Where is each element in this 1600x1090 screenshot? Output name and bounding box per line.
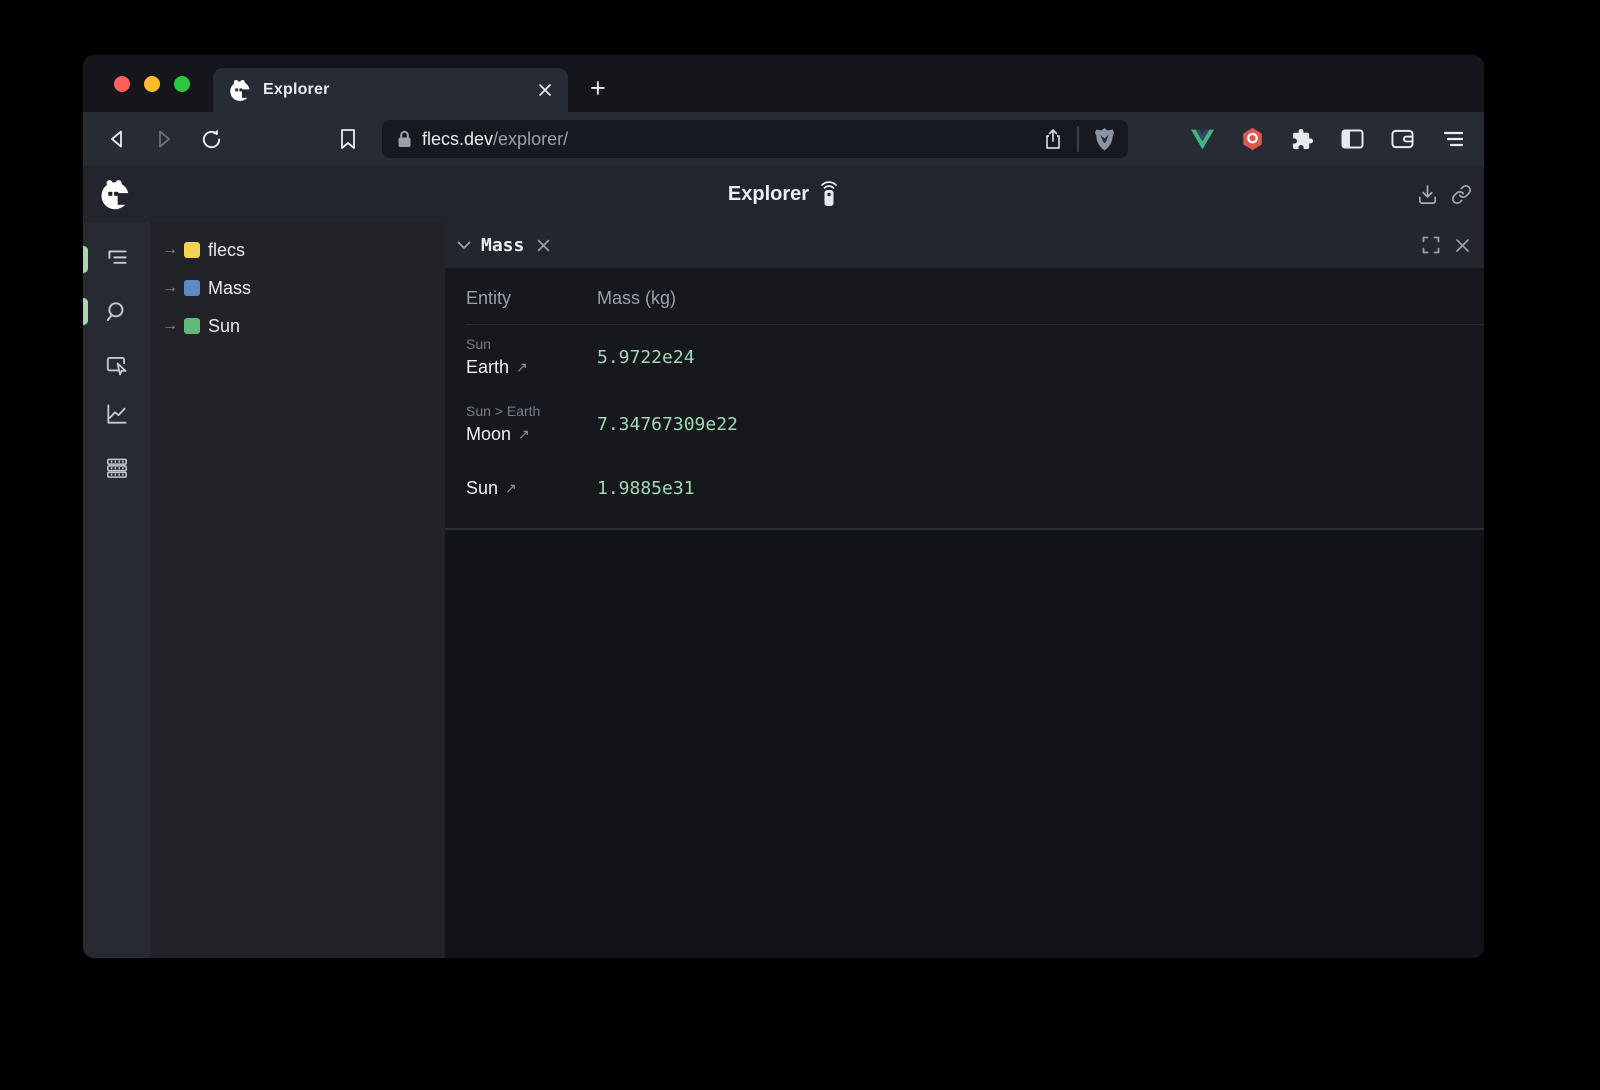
memory-panel-icon[interactable]: [104, 455, 130, 481]
flecs-logo-icon: [97, 176, 133, 212]
entity-name[interactable]: Earth: [466, 354, 509, 380]
tree-item-label: flecs: [208, 240, 245, 261]
expand-arrow-icon[interactable]: →: [162, 317, 184, 335]
goto-entity-icon[interactable]: ↗: [516, 354, 528, 380]
entity-color-swatch: [184, 318, 200, 334]
table-row[interactable]: Sun ↗ 1.9885e31: [466, 459, 1484, 528]
tree-item-sun[interactable]: → Sun: [150, 307, 445, 345]
mass-value: 7.34767309e22: [597, 414, 738, 435]
forward-button[interactable]: [152, 127, 176, 151]
tab-bar: Explorer +: [83, 55, 1484, 112]
table-row[interactable]: Sun Earth ↗ 5.9722e24: [466, 325, 1484, 392]
entity-name[interactable]: Moon: [466, 421, 511, 447]
bookmark-icon[interactable]: [336, 127, 360, 151]
chevron-down-icon[interactable]: [457, 241, 471, 250]
left-icon-sidebar: [83, 222, 150, 958]
panel-close-icon[interactable]: [1455, 238, 1470, 253]
entity-color-swatch: [184, 242, 200, 258]
query-close-icon[interactable]: [537, 239, 550, 252]
column-header-entity: Entity: [466, 288, 597, 309]
query-results-table: Entity Mass (kg) Sun Earth ↗ 5.9722e24: [445, 268, 1484, 530]
traffic-lights: [114, 76, 190, 92]
page-title: Explorer: [728, 183, 809, 206]
expand-arrow-icon[interactable]: →: [162, 279, 184, 297]
search-panel-icon[interactable]: [104, 299, 130, 325]
active-panel-indicator: [83, 298, 88, 325]
share-icon[interactable]: [1043, 128, 1063, 150]
close-window-button[interactable]: [114, 76, 130, 92]
table-row[interactable]: Sun > Earth Moon ↗ 7.34767309e22: [466, 392, 1484, 459]
hexagon-extension-icon[interactable]: [1241, 128, 1264, 151]
mass-value: 5.9722e24: [597, 347, 695, 368]
extensions-puzzle-icon[interactable]: [1291, 128, 1314, 151]
explorer-header: Explorer: [83, 166, 1484, 222]
goto-entity-icon[interactable]: ↗: [505, 475, 517, 501]
entity-parent-path: Sun > Earth: [466, 401, 597, 421]
address-bar[interactable]: flecs.dev/explorer/: [382, 120, 1128, 158]
zoom-window-button[interactable]: [174, 76, 190, 92]
stats-panel-icon[interactable]: [104, 401, 130, 427]
brave-shield-icon[interactable]: [1093, 127, 1116, 152]
tree-panel-icon[interactable]: [104, 246, 130, 272]
url-path: /explorer/: [493, 129, 568, 150]
query-panel-header: Mass: [445, 222, 1484, 268]
query-panel: Mass Entity Mass (kg): [445, 222, 1484, 958]
tree-item-mass[interactable]: → Mass: [150, 269, 445, 307]
tree-item-flecs[interactable]: → flecs: [150, 231, 445, 269]
query-title: Mass: [481, 235, 524, 256]
table-header-row: Entity Mass (kg): [466, 268, 1484, 325]
wallet-icon[interactable]: [1391, 128, 1414, 151]
tab-close-icon[interactable]: [534, 79, 556, 101]
download-icon[interactable]: [1417, 184, 1438, 205]
remote-connection-icon[interactable]: [819, 181, 839, 207]
column-header-mass: Mass (kg): [597, 288, 676, 309]
entity-tree-panel: → flecs → Mass → Sun: [150, 222, 445, 958]
extension-icons: [1191, 128, 1464, 151]
link-icon[interactable]: [1451, 184, 1472, 205]
menu-icon[interactable]: [1441, 128, 1464, 151]
lock-icon: [397, 130, 412, 148]
sidebar-toggle-icon[interactable]: [1341, 128, 1364, 151]
inspect-panel-icon[interactable]: [104, 352, 130, 378]
tree-item-label: Sun: [208, 316, 240, 337]
minimize-window-button[interactable]: [144, 76, 160, 92]
back-button[interactable]: [105, 127, 129, 151]
browser-window: Explorer + flecs.dev/explorer/: [83, 55, 1484, 958]
tree-item-label: Mass: [208, 278, 251, 299]
entity-name[interactable]: Sun: [466, 475, 498, 501]
query-panel-empty-area: [445, 530, 1484, 958]
entity-parent-path: Sun: [466, 334, 597, 354]
url-host: flecs.dev: [422, 129, 493, 150]
reload-button[interactable]: [199, 127, 223, 151]
browser-tab[interactable]: Explorer: [213, 68, 568, 112]
mass-value: 1.9885e31: [597, 478, 695, 499]
vue-devtools-icon[interactable]: [1191, 128, 1214, 151]
divider: [1077, 126, 1079, 152]
flecs-favicon-icon: [227, 77, 253, 103]
goto-entity-icon[interactable]: ↗: [518, 421, 530, 447]
active-panel-indicator: [83, 246, 88, 273]
browser-toolbar: flecs.dev/explorer/: [83, 112, 1484, 166]
new-tab-button[interactable]: +: [590, 73, 606, 112]
fullscreen-icon[interactable]: [1422, 236, 1440, 254]
tab-title: Explorer: [263, 81, 330, 99]
entity-color-swatch: [184, 280, 200, 296]
expand-arrow-icon[interactable]: →: [162, 241, 184, 259]
